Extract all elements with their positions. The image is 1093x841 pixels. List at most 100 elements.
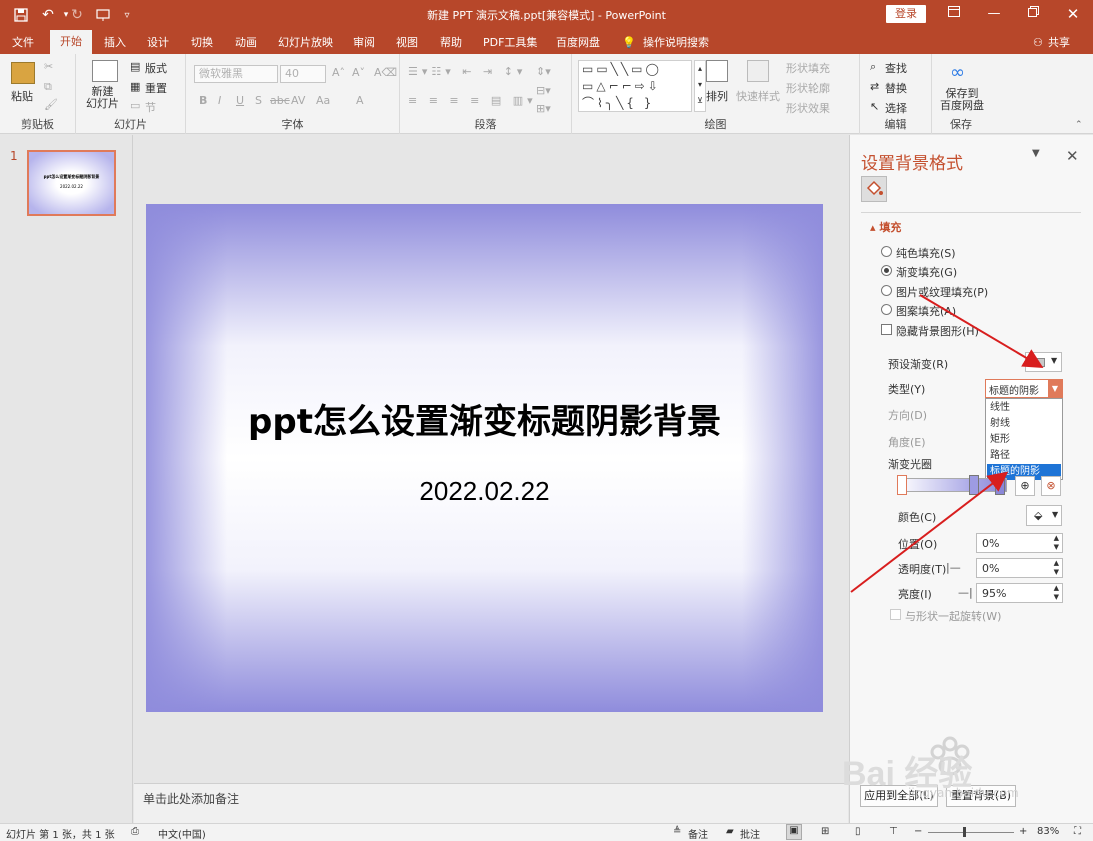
position-spinner[interactable]: 0% ▲ ▼ xyxy=(976,533,1063,553)
gradient-stop-2[interactable] xyxy=(969,475,979,495)
fill-section-header[interactable]: ▴ 填充 xyxy=(870,219,901,235)
italic-button[interactable]: I xyxy=(218,94,221,107)
tab-slideshow[interactable]: 幻灯片放映 xyxy=(278,34,333,52)
reset-background-button[interactable]: 重置背景(B) xyxy=(946,785,1016,807)
ribbon-display-icon[interactable] xyxy=(940,3,968,25)
new-slide-button[interactable]: 新建 幻灯片 xyxy=(86,86,119,110)
align-icons[interactable]: ≡ ≡ ≡ ≡ ▤ ▥▾ xyxy=(408,94,537,107)
zoom-level[interactable]: 83% xyxy=(1037,826,1059,837)
add-stop-icon[interactable]: ⊕ xyxy=(1015,476,1035,496)
type-option-rectangular[interactable]: 矩形 xyxy=(987,432,1061,448)
tell-me-search[interactable]: 操作说明搜索 xyxy=(643,34,709,52)
brightness-slider[interactable]: —| xyxy=(958,586,973,599)
comments-toggle[interactable]: 批注 xyxy=(740,826,760,841)
tab-file[interactable]: 文件 xyxy=(12,34,34,52)
type-option-linear[interactable]: 线性 xyxy=(987,400,1061,416)
spell-check-icon[interactable]: ⎙ xyxy=(131,826,139,837)
present-icon[interactable] xyxy=(92,6,114,24)
transparency-slider[interactable]: |— xyxy=(946,561,961,574)
zoom-slider-thumb[interactable] xyxy=(963,827,966,837)
tab-review[interactable]: 审阅 xyxy=(353,34,375,52)
shapes-scroll[interactable]: ▴ ▾ ⊻ xyxy=(694,60,706,112)
shape-fill-button[interactable]: 形状填充 xyxy=(786,60,830,76)
spinner-arrows-icon[interactable]: ▲ ▼ xyxy=(1054,584,1059,602)
tab-insert[interactable]: 插入 xyxy=(104,34,126,52)
pattern-fill-radio[interactable] xyxy=(881,304,892,315)
cut-icon[interactable]: ✂ xyxy=(44,60,53,73)
type-option-radial[interactable]: 射线 xyxy=(987,416,1061,432)
font-color-button[interactable]: A xyxy=(356,94,364,107)
section-button[interactable]: 节 xyxy=(145,99,156,115)
arrange-icon[interactable] xyxy=(706,60,728,82)
remove-stop-icon[interactable]: ⊗ xyxy=(1041,476,1061,496)
tab-baidu-pan[interactable]: 百度网盘 xyxy=(556,34,600,52)
preset-gradient-dropdown[interactable]: ▼ xyxy=(1025,352,1062,372)
brightness-spinner[interactable]: 95% ▲ ▼ xyxy=(976,583,1063,603)
rotate-with-shape-checkbox[interactable] xyxy=(890,609,901,620)
arrange-button[interactable]: 排列 xyxy=(706,88,728,104)
language-indicator[interactable]: 中文(中国) xyxy=(158,826,206,841)
save-baidu-button[interactable]: 保存到 百度网盘 xyxy=(940,88,984,112)
fit-to-window-icon[interactable]: ⛶ xyxy=(1074,826,1081,837)
paste-icon[interactable] xyxy=(11,62,35,84)
collapse-ribbon-icon[interactable]: ⌃ xyxy=(1075,120,1083,130)
font-name-combo[interactable]: 微软雅黑 xyxy=(194,65,278,83)
tab-home[interactable]: 开始 xyxy=(50,30,92,54)
hide-bg-graphics-checkbox[interactable] xyxy=(881,324,892,335)
decrease-font-icon[interactable]: A˅ xyxy=(352,66,365,79)
align-text-icon[interactable]: ⊟▾ xyxy=(536,84,551,97)
select-button[interactable]: 选择 xyxy=(885,100,907,116)
transparency-spinner[interactable]: 0% ▲ ▼ xyxy=(976,558,1063,578)
slide-sorter-icon[interactable]: ⊞ xyxy=(821,826,829,837)
chevron-down-icon[interactable]: ▼ xyxy=(1048,380,1062,397)
shape-effects-button[interactable]: 形状效果 xyxy=(786,100,830,116)
format-painter-icon[interactable]: 🖌 xyxy=(44,98,58,111)
copy-icon[interactable]: ⧉ xyxy=(44,80,52,94)
type-option-path[interactable]: 路径 xyxy=(987,448,1061,464)
share-button[interactable]: 共享 xyxy=(1048,34,1070,52)
shadow-button[interactable]: S xyxy=(255,94,262,107)
quick-styles-icon[interactable] xyxy=(747,60,769,82)
slide-thumbnail[interactable]: ppt怎么设置渐变标题阴影背景 2022.02.22 xyxy=(27,150,116,216)
smartart-icon[interactable]: ⊞▾ xyxy=(536,102,551,115)
strikethrough-button[interactable]: abc xyxy=(270,94,290,107)
clear-format-icon[interactable]: A⌫ xyxy=(374,66,397,79)
pane-options-icon[interactable]: ▼ xyxy=(1032,148,1040,159)
picture-fill-radio[interactable] xyxy=(881,285,892,296)
tab-help[interactable]: 帮助 xyxy=(440,34,462,52)
gradient-stop-1[interactable] xyxy=(897,475,907,495)
notes-toggle[interactable]: 备注 xyxy=(688,826,708,841)
slide-canvas[interactable]: ppt怎么设置渐变标题阴影背景 2022.02.22 xyxy=(146,204,823,712)
close-icon[interactable]: ✕ xyxy=(1059,3,1087,25)
layout-button[interactable]: 版式 xyxy=(145,60,167,76)
text-direction-icon[interactable]: ⇕▾ xyxy=(536,65,551,78)
slide-subtitle[interactable]: 2022.02.22 xyxy=(146,476,823,507)
underline-button[interactable]: U xyxy=(236,94,244,107)
shapes-gallery[interactable]: ▭▭╲╲▭◯ ▭△⌐⌐⇨⇩ ⌒⌇╮╲{ } xyxy=(578,60,692,112)
fill-bucket-icon[interactable] xyxy=(861,176,887,202)
gradient-stops-bar[interactable] xyxy=(897,478,1007,492)
slide-title[interactable]: ppt怎么设置渐变标题阴影背景 xyxy=(146,394,823,443)
tab-transitions[interactable]: 切换 xyxy=(191,34,213,52)
char-spacing-button[interactable]: AV xyxy=(291,94,305,107)
reading-view-icon[interactable]: ▯ xyxy=(855,826,861,837)
change-case-button[interactable]: Aa xyxy=(316,94,330,107)
increase-font-icon[interactable]: A˄ xyxy=(332,66,345,79)
normal-view-icon[interactable]: ▣ xyxy=(786,824,802,840)
spinner-arrows-icon[interactable]: ▲ ▼ xyxy=(1054,534,1059,552)
tab-pdf-tools[interactable]: PDF工具集 xyxy=(483,34,537,52)
new-slide-icon[interactable] xyxy=(92,60,118,82)
quick-styles-button[interactable]: 快速样式 xyxy=(736,88,780,104)
minimize-icon[interactable]: — xyxy=(980,3,1008,25)
solid-fill-radio[interactable] xyxy=(881,246,892,257)
tab-animations[interactable]: 动画 xyxy=(235,34,257,52)
zoom-slider-track[interactable] xyxy=(928,832,1014,833)
zoom-in-icon[interactable]: + xyxy=(1019,826,1027,837)
zoom-out-icon[interactable]: − xyxy=(914,826,922,837)
type-dropdown[interactable]: 标题的阴影 ▼ xyxy=(985,379,1063,398)
apply-to-all-button[interactable]: 应用到全部(L) xyxy=(860,785,938,807)
tab-design[interactable]: 设计 xyxy=(147,34,169,52)
save-icon[interactable] xyxy=(10,6,32,24)
gradient-stop-3[interactable] xyxy=(995,475,1005,495)
reset-button[interactable]: 重置 xyxy=(145,80,167,96)
